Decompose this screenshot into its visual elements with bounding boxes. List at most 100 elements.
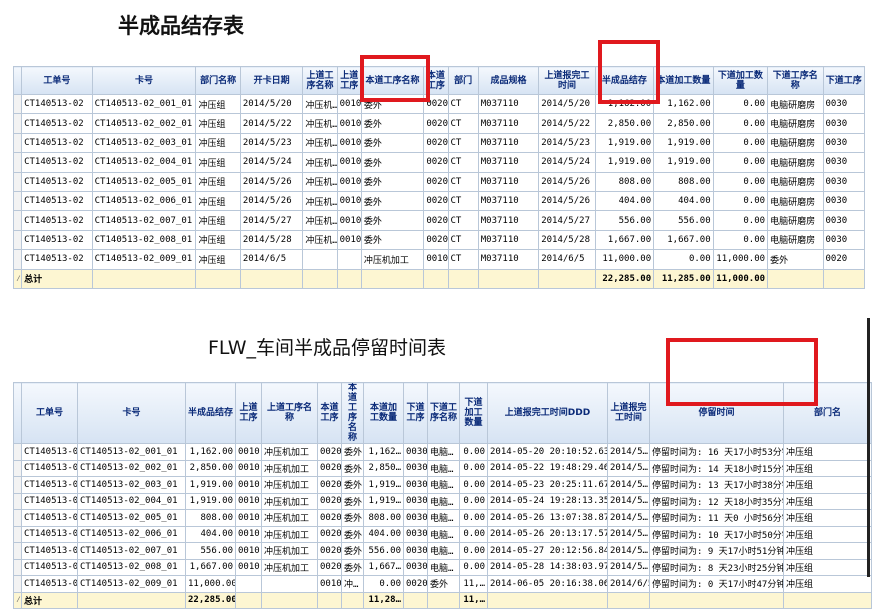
table-cell[interactable]: 2,850.00 [653,113,714,134]
column-header[interactable]: 工单号 [21,382,78,444]
table-cell[interactable]: CT140513-02 [21,190,93,212]
table-cell[interactable]: 停留时间为: 8 天23小时25分钟 [649,558,784,576]
table-cell[interactable]: 冲压组 [195,93,241,115]
table-cell[interactable]: CT140513-02 [21,210,93,231]
table-cell[interactable]: 0.00 [712,190,769,212]
table-cell[interactable]: 0030 [822,190,866,212]
table-cell[interactable]: 0010 [235,542,262,560]
table-cell[interactable]: CT140513-02 [21,476,78,494]
table-cell[interactable]: 0030 [403,558,428,576]
table-cell[interactable]: 2,850.00 [185,459,236,477]
table-cell[interactable]: CT140513-02_003_01 [77,476,186,494]
table-cell[interactable]: 11,000.00 [712,249,769,270]
table-cell[interactable]: 808.00 [594,171,655,192]
row-indicator[interactable] [13,509,22,527]
table-row[interactable]: CT140513-02CT140513-02_007_01556.000010冲… [13,542,872,560]
table-cell[interactable]: 冲压组 [195,132,241,154]
table-cell[interactable]: 委外 [360,210,425,231]
table-cell[interactable]: CT [447,152,479,173]
table-cell[interactable]: 11,… [459,575,488,593]
column-header[interactable]: 半成品结存 [594,66,655,95]
table-cell[interactable] [302,249,338,270]
table-cell[interactable]: 2014/5/23 [239,132,304,154]
column-header[interactable]: 上道工序名称 [302,66,338,95]
table-row[interactable]: CT140513-02CT140513-02_003_011,919.00001… [13,476,872,494]
table-cell[interactable]: 0.00 [459,443,488,461]
table-cell[interactable]: 2014/5/28 [538,229,596,251]
table-cell[interactable]: 0030 [403,525,428,543]
row-indicator[interactable] [12,171,23,192]
column-header[interactable]: 本道工序 [317,382,342,444]
table-cell[interactable]: CT140513-02 [21,93,93,115]
table-cell[interactable]: 0.00 [712,210,769,231]
table-cell[interactable]: 2014-06-05 20:16:38.063 [487,575,608,593]
table-cell[interactable]: CT140513-02_004_01 [91,152,197,173]
table-cell[interactable]: 冲压机加工 [261,558,318,576]
table-row[interactable]: CT140513-02CT140513-02_004_011,919.00001… [13,492,872,510]
table-cell[interactable]: 404.00 [185,525,236,543]
table-row[interactable]: CT140513-02 CT140513-02_001_01 冲压组 2014/5/2… [12,93,866,115]
table-cell[interactable]: 2014-05-26 13:07:38.870 [487,509,608,527]
table-cell[interactable]: 委外 [767,249,824,270]
table-cell[interactable]: 0010 [235,476,262,494]
table-cell[interactable]: 11,000.00 [185,575,236,593]
table-cell[interactable]: CT140513-02 [21,558,78,576]
table-cell[interactable]: 委外 [341,492,364,510]
table-cell[interactable]: CT140513-02_001_01 [91,93,197,115]
table-cell[interactable]: 2014/5/20 [239,93,304,115]
table-cell[interactable]: CT140513-02_005_01 [77,509,186,527]
table-cell[interactable]: 2014/5/20 [538,93,596,115]
table-cell[interactable]: CT [447,93,479,115]
table-cell[interactable]: CT140513-02 [21,171,93,192]
row-indicator[interactable] [13,492,22,510]
row-indicator[interactable] [13,459,22,477]
table-cell[interactable]: 0020 [317,459,342,477]
table-cell[interactable]: 0020 [423,132,449,154]
table-cell[interactable]: 冲压组 [783,509,872,527]
row-indicator[interactable] [13,525,22,543]
table-cell[interactable]: CT140513-02_008_01 [77,558,186,576]
table-cell[interactable]: 2014-05-22 19:48:29.460 [487,459,608,477]
table-cell[interactable]: 2014-05-24 19:28:13.357 [487,492,608,510]
table-cell[interactable]: 2014-05-27 20:12:56.840 [487,542,608,560]
table-cell[interactable]: 委外 [341,525,364,543]
table-row[interactable]: CT140513-02CT140513-02_002_012,850.00001… [13,459,872,477]
table-cell[interactable]: 0030 [822,113,866,134]
table-cell[interactable]: M037110 [477,210,540,231]
table-cell[interactable]: 电脑研磨房 [767,93,824,115]
table-cell[interactable]: 停留时间为: 14 天18小时15分钟 [649,459,784,477]
table-cell[interactable]: CT140513-02_009_01 [91,249,197,270]
table-cell[interactable]: 0010 [336,113,362,134]
column-header[interactable]: 部门名称 [195,66,241,95]
table-cell[interactable]: 委外 [360,93,425,115]
table-cell[interactable]: 冲压组 [195,152,241,173]
table-cell[interactable]: 0030 [403,459,428,477]
table-cell[interactable]: CT140513-02 [21,542,78,560]
table-cell[interactable]: 冲压机加工 [261,459,318,477]
table-cell[interactable]: CT140513-02_002_01 [91,113,197,134]
column-header[interactable]: 上道工序名称 [261,382,318,444]
table-cell[interactable]: 0010 [235,459,262,477]
table-cell[interactable]: 556.00 [363,542,404,560]
row-indicator[interactable] [13,476,22,494]
column-header[interactable]: 部门名 [783,382,872,444]
table-cell[interactable]: CT [447,229,479,251]
table-cell[interactable]: 0010 [336,210,362,231]
table-cell[interactable]: 冲压组 [195,229,241,251]
table-cell[interactable]: 2014/5… [607,443,650,461]
table-cell[interactable]: 0.00 [712,132,769,154]
table-cell[interactable]: 0020 [317,476,342,494]
table-cell[interactable]: 1,919.00 [653,152,714,173]
table-cell[interactable]: 0020 [423,190,449,212]
table-cell[interactable]: CT140513-02_007_01 [91,210,197,231]
table-cell[interactable]: 0020 [317,509,342,527]
column-header[interactable]: 上道报完工时间 [538,66,596,95]
table-cell[interactable]: 0020 [317,492,342,510]
table-cell[interactable]: M037110 [477,190,540,212]
column-header[interactable]: 半成品结存 [185,382,236,444]
table-cell[interactable]: 冲压机… [302,229,338,251]
table-cell[interactable]: 0010 [423,249,449,270]
table-cell[interactable]: M037110 [477,152,540,173]
table-cell[interactable]: CT140513-02_009_01 [77,575,186,593]
table-cell[interactable]: 2014/5/22 [538,113,596,134]
